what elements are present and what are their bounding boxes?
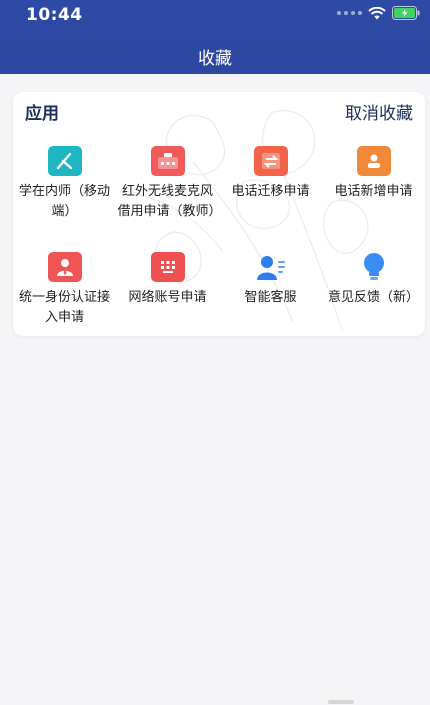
battery-icon (392, 6, 420, 20)
status-icons (337, 6, 420, 20)
app-tile[interactable]: 电话迁移申请 (219, 146, 322, 202)
app-label: 网络账号申请 (128, 290, 207, 305)
app-tile[interactable]: 网络账号申请 (116, 252, 219, 308)
app-tile[interactable]: 统一身份认证接入申请 (13, 252, 116, 328)
app-label: 意见反馈（新） (327, 290, 419, 305)
app-label: 电话迁移申请 (231, 184, 310, 199)
app-tile[interactable]: 电话新增申请 (322, 146, 425, 202)
app-label: 电话新增申请 (334, 184, 413, 199)
app-tile[interactable]: 意见反馈（新） (322, 252, 425, 308)
app-tile[interactable]: 学在内师（移动端） (13, 146, 116, 222)
cellular-signal-icon (337, 11, 362, 15)
status-time: 10:44 (26, 5, 83, 25)
page-title: 收藏 (198, 49, 232, 69)
top-bar: 10:44 收藏 (0, 0, 430, 74)
wifi-icon (368, 6, 386, 19)
service-icon (254, 252, 288, 282)
grid-icon (150, 252, 185, 282)
app-label: 红外无线麦克风借用申请（教师） (117, 184, 222, 219)
favorites-card: 应用 取消收藏 学在内师（移动端） 红外无线麦克风借用申请（教师） 电话迁移申请… (13, 92, 425, 336)
bulb-icon (357, 252, 391, 282)
home-indicator (328, 700, 354, 704)
app-label: 智能客服 (244, 290, 297, 305)
app-tile[interactable]: 红外无线麦克风借用申请（教师） (116, 146, 222, 222)
app-tile[interactable]: 智能客服 (219, 252, 322, 308)
transfer-icon (253, 146, 288, 176)
pen-icon (47, 146, 82, 176)
app-label: 学在内师（移动端） (18, 184, 110, 219)
section-title: 应用 (25, 104, 59, 124)
person-icon (47, 252, 82, 282)
cancel-favorite-button[interactable]: 取消收藏 (345, 99, 413, 124)
contact-card-icon (356, 146, 391, 176)
app-label: 统一身份认证接入申请 (18, 290, 110, 325)
box-icon (150, 146, 185, 176)
